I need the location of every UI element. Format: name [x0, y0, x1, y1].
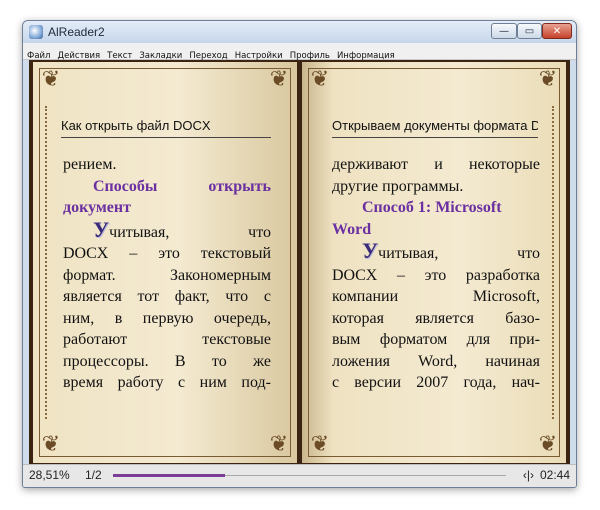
text-line: процессоры. В то же: [63, 352, 271, 370]
app-window: AlReader2 — ▭ ✕ Файл Действия Текст Закладк…: [22, 20, 577, 488]
text-line: которая является базо-: [332, 309, 540, 327]
text-line: DOCX – это разработка: [332, 266, 540, 284]
corner-ornament-icon: ❦: [310, 432, 330, 457]
page-nav-icon[interactable]: ‹|›: [523, 468, 534, 482]
vine-ornament: [45, 106, 57, 419]
text-line: компании Microsoft,: [332, 288, 540, 305]
text-line: время работу с ним под-: [63, 374, 271, 391]
window-title: AlReader2: [48, 25, 105, 39]
drop-cap: У: [93, 216, 110, 242]
clock: 02:44: [539, 468, 570, 482]
menu-bar: Файл Действия Текст Закладки Переход Настройк…: [23, 43, 576, 61]
text-line: формат. Закономерным: [63, 266, 271, 284]
corner-ornament-icon: ❦: [538, 67, 558, 92]
left-page[interactable]: ❦ ❦ ❦ ❦ Как открыть файл DOCX рением. Сп…: [33, 62, 297, 463]
page-text: держивают и некоторые другие программы. …: [332, 154, 540, 394]
corner-ornament-icon: ❦: [538, 432, 558, 457]
app-icon: [29, 25, 43, 39]
book-view[interactable]: ❦ ❦ ❦ ❦ Как открыть файл DOCX рением. Сп…: [29, 60, 570, 465]
text-line: другие программы.: [332, 177, 464, 195]
status-bar: 28,51% 1/2 ‹|› 02:44: [23, 464, 576, 487]
page-text: рением. Способы открыть документ Учитыва…: [63, 154, 271, 394]
vine-ornament: [542, 106, 554, 419]
section-heading: Способ 1: Microsoft: [362, 199, 502, 216]
page-header: Открываем документы формата DO...: [332, 118, 538, 138]
corner-ornament-icon: ❦: [269, 432, 289, 457]
text-line: держивают и некоторые: [332, 156, 540, 173]
reading-progress-fill: [113, 474, 226, 477]
corner-ornament-icon: ❦: [41, 67, 61, 92]
drop-cap: У: [362, 238, 379, 263]
close-button[interactable]: ✕: [542, 23, 572, 39]
minimize-button[interactable]: —: [491, 23, 517, 39]
text-line: DOCX – это текстовый: [63, 245, 271, 262]
corner-ornament-icon: ❦: [310, 67, 330, 92]
section-heading: Word: [332, 220, 372, 238]
page-counter: 1/2: [85, 468, 102, 482]
maximize-button[interactable]: ▭: [517, 23, 542, 39]
right-page[interactable]: ❦ ❦ ❦ ❦ Открываем документы формата DO..…: [302, 62, 566, 463]
section-heading: Способы открыть: [93, 177, 271, 195]
text-line: вым форматом для при-: [332, 331, 540, 348]
corner-ornament-icon: ❦: [269, 67, 289, 92]
text-line: читывая, что: [378, 245, 540, 262]
text-line: работают текстовые: [63, 331, 271, 348]
text-line: ложения Word, начиная: [332, 352, 540, 370]
corner-ornament-icon: ❦: [41, 432, 61, 457]
section-heading: документ: [63, 199, 131, 216]
text-line: ним, в первую очередь,: [63, 309, 271, 327]
text-line: рением.: [63, 156, 117, 173]
text-line: читывая, что: [109, 223, 271, 241]
text-line: является тот факт, что с: [63, 288, 271, 305]
text-line: с версии 2007 года, нач-: [332, 374, 540, 391]
progress-percent: 28,51%: [29, 468, 70, 482]
reading-progress-bar[interactable]: [113, 474, 506, 477]
title-bar[interactable]: AlReader2 — ▭ ✕: [23, 21, 576, 43]
page-header: Как открыть файл DOCX: [61, 118, 271, 138]
